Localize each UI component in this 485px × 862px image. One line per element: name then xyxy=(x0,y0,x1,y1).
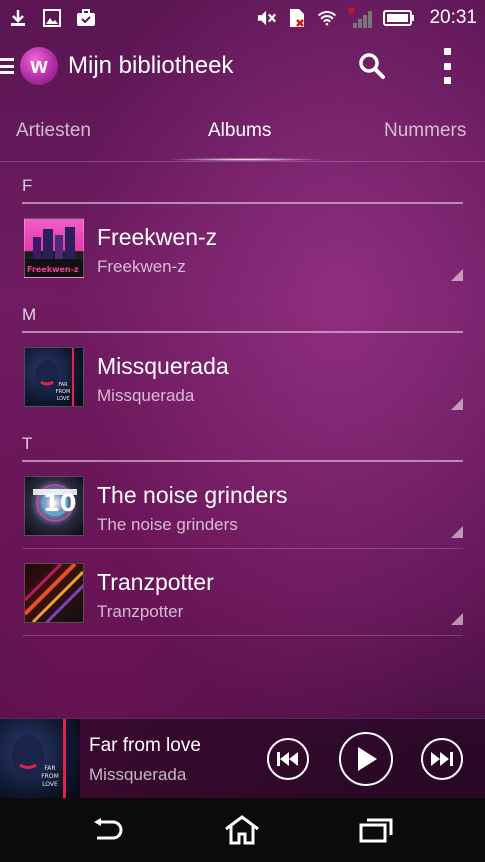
album-title: Tranzpotter xyxy=(97,569,214,595)
page-title: Mijn bibliotheek xyxy=(68,52,234,79)
tab-albums[interactable]: Albums xyxy=(208,120,271,142)
album-art-freekwen-z: Freekwen-z xyxy=(24,218,84,278)
section-header-m: M xyxy=(22,291,463,333)
home-button[interactable] xyxy=(222,812,262,848)
walkman-logo[interactable]: w xyxy=(20,47,58,85)
section-header-f: F xyxy=(22,162,463,204)
system-nav-bar xyxy=(0,798,485,862)
play-icon xyxy=(358,747,377,771)
recent-apps-button[interactable] xyxy=(356,812,396,848)
sim-no-signal-icon xyxy=(287,8,307,28)
back-icon xyxy=(94,818,123,840)
next-icon xyxy=(431,752,453,766)
wifi-icon xyxy=(317,8,337,28)
overflow-menu-button[interactable] xyxy=(438,48,456,84)
section-header-t: T xyxy=(22,420,463,462)
mute-icon xyxy=(257,8,277,28)
previous-button[interactable] xyxy=(267,738,309,780)
image-icon xyxy=(42,8,62,28)
recent-apps-icon xyxy=(359,818,393,843)
section-letter: T xyxy=(22,434,33,453)
action-bar: w Mijn bibliotheek xyxy=(0,36,485,96)
search-icon xyxy=(359,53,385,79)
album-art-tranzpotter xyxy=(24,563,84,623)
album-art-label: Freekwen-z xyxy=(27,265,79,274)
album-art-label: 10 xyxy=(43,489,77,517)
previous-icon xyxy=(277,752,298,766)
album-art-label: FAR FROM LOVE xyxy=(55,382,71,402)
now-playing-title: Far from love xyxy=(89,735,201,756)
tab-bar: Artiesten Albums Nummers xyxy=(0,100,485,162)
logo-letter: w xyxy=(30,53,48,78)
album-title: Missquerada xyxy=(97,353,229,379)
context-corner-icon[interactable] xyxy=(451,398,463,410)
back-button[interactable] xyxy=(88,812,128,848)
battery-icon xyxy=(383,8,415,28)
now-playing-art-label: FAR FROM LOVE xyxy=(41,765,59,788)
album-title: Freekwen-z xyxy=(97,224,218,250)
active-tab-indicator xyxy=(170,158,320,161)
context-corner-icon[interactable] xyxy=(451,526,463,538)
album-row-freekwen-z[interactable]: Freekwen-z Freekwen-z Freekwen-z xyxy=(22,204,463,291)
now-playing-bar[interactable]: FAR FROM LOVE Far from love Missquerada xyxy=(0,718,485,799)
album-artist: Tranzpotter xyxy=(97,602,184,621)
album-row-missquerada[interactable]: FAR FROM LOVE Missquerada Missquerada xyxy=(22,333,463,420)
album-artist: Missquerada xyxy=(97,386,195,405)
play-button[interactable] xyxy=(339,732,393,786)
next-button[interactable] xyxy=(421,738,463,780)
section-letter: F xyxy=(22,176,33,195)
status-bar: 20:31 xyxy=(0,0,485,36)
now-playing-artist: Missquerada xyxy=(89,765,187,784)
briefcase-check-icon xyxy=(76,8,96,28)
signal-bars-icon xyxy=(347,7,373,28)
tab-artiesten[interactable]: Artiesten xyxy=(16,120,91,142)
album-artist: Freekwen-z xyxy=(97,257,186,276)
context-corner-icon[interactable] xyxy=(451,269,463,281)
download-icon xyxy=(8,8,28,28)
album-art-the-noise-grinders: 10 xyxy=(24,476,84,536)
album-row-the-noise-grinders[interactable]: 10 The noise grinders The noise grinders xyxy=(22,462,463,549)
status-clock: 20:31 xyxy=(429,7,477,28)
now-playing-album-art[interactable]: FAR FROM LOVE xyxy=(0,719,80,799)
home-icon xyxy=(225,815,259,845)
album-title: The noise grinders xyxy=(97,482,288,508)
context-corner-icon[interactable] xyxy=(451,613,463,625)
album-artist: The noise grinders xyxy=(97,515,238,534)
drawer-menu-icon[interactable] xyxy=(0,55,14,77)
album-row-tranzpotter[interactable]: Tranzpotter Tranzpotter xyxy=(22,549,463,636)
album-list[interactable]: F Freekwen-z Freekwen-z Freekwen-z M FAR… xyxy=(0,162,485,636)
section-letter: M xyxy=(22,305,37,324)
album-art-missquerada: FAR FROM LOVE xyxy=(24,347,84,407)
tab-nummers[interactable]: Nummers xyxy=(384,120,466,142)
search-button[interactable] xyxy=(358,52,386,80)
